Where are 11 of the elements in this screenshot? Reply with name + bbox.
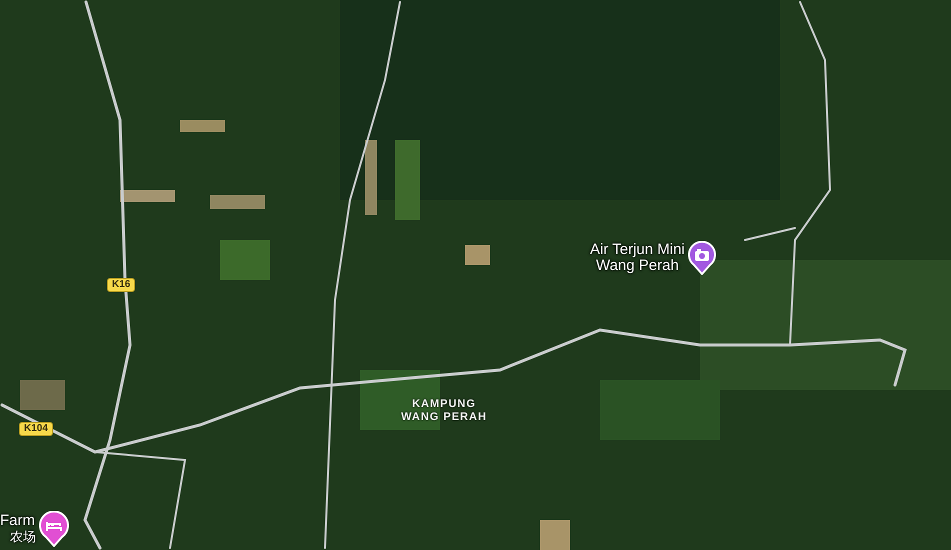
place-name[interactable]: Air Terjun Mini (590, 242, 685, 258)
area-label: KAMPUNG (412, 398, 476, 411)
place-name[interactable]: Farm (0, 513, 35, 529)
camera-pin-icon[interactable] (688, 241, 716, 275)
satellite-map-drawing[interactable] (0, 0, 951, 550)
road-number: K104 (19, 422, 53, 436)
road-number: K16 (107, 278, 136, 292)
place-name[interactable]: Wang Perah (596, 258, 679, 274)
area-label: WANG PERAH (401, 411, 487, 424)
bed-pin-icon[interactable] (39, 511, 69, 547)
place-name[interactable]: 农场 (0, 529, 36, 545)
